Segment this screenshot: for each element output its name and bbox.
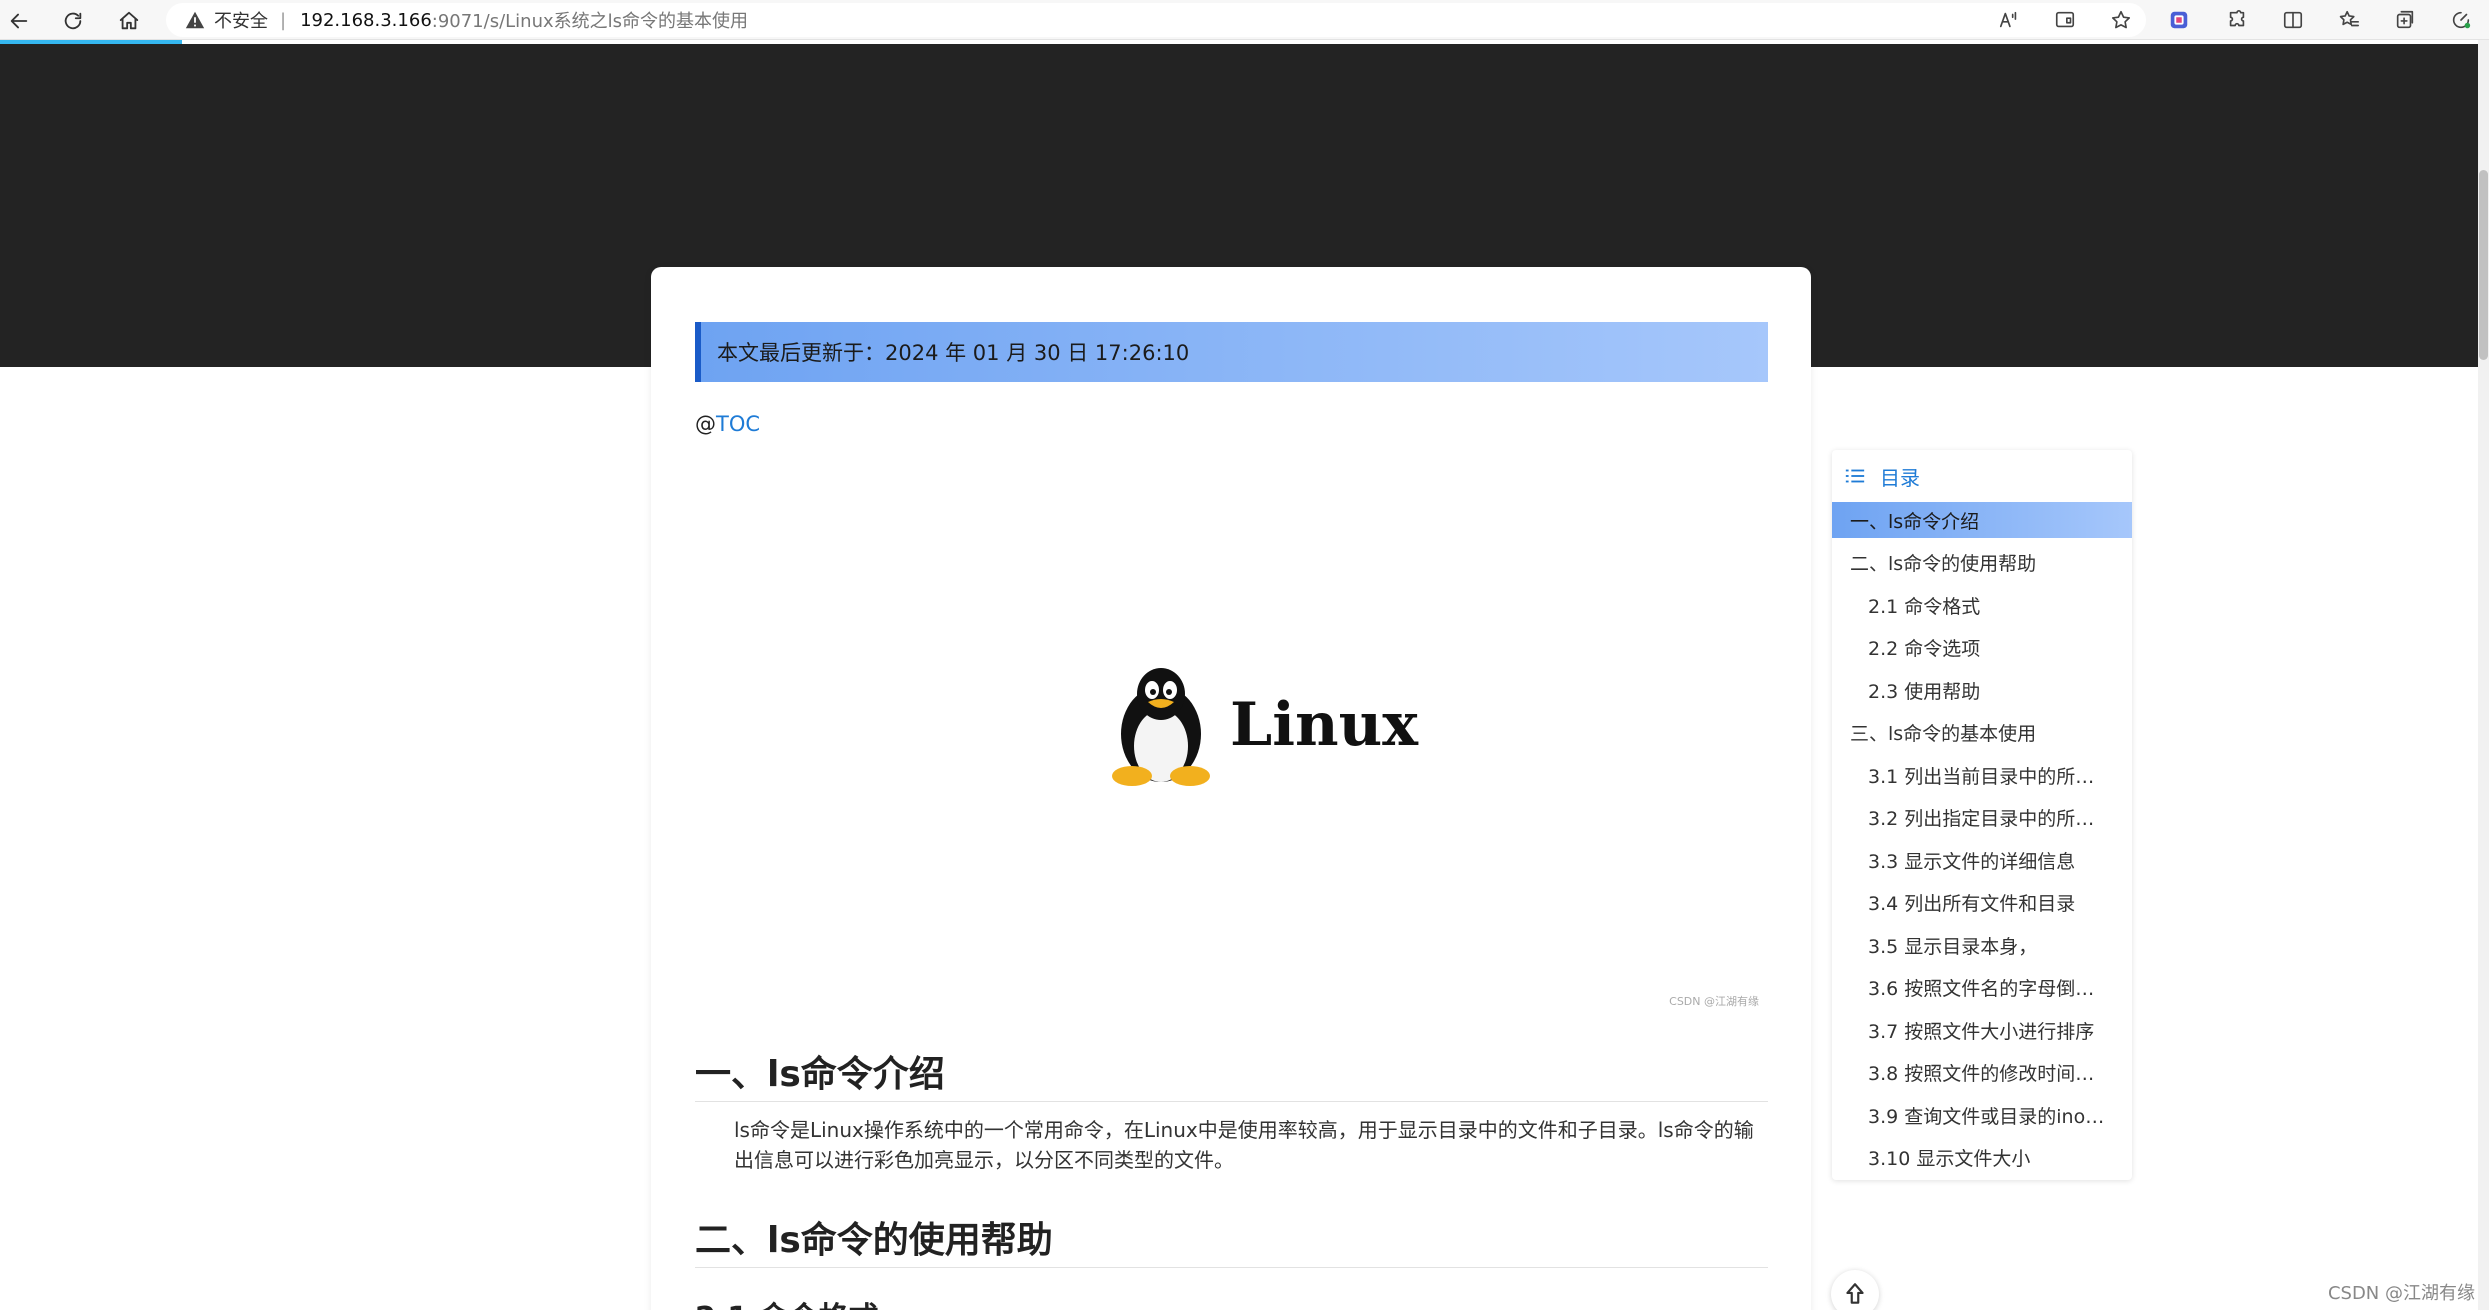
toc-item-3-8[interactable]: 3.8 按照文件的修改时间… [1832,1054,2132,1090]
toc-prefix: @ [695,412,716,436]
address-separator: | [280,9,287,31]
toc-marker: @TOC [695,412,760,436]
toc-item-ls-help[interactable]: 二、ls命令的使用帮助 [1832,544,2132,580]
warning-icon [185,11,205,29]
toc-item-3-4[interactable]: 3.4 列出所有文件和目录 [1832,884,2132,920]
toc-item-3-2[interactable]: 3.2 列出指定目录中的所… [1832,799,2132,835]
back-to-top-button[interactable] [1831,1270,1879,1310]
csdn-watermark: CSDN @江湖有缘 [2327,1283,2475,1304]
toc-item-3-7[interactable]: 3.7 按照文件大小进行排序 [1832,1012,2132,1048]
toc-item-command-options[interactable]: 2.2 命令选项 [1832,629,2132,665]
heading-divider [695,1267,1768,1268]
toc-item-3-6[interactable]: 3.6 按照文件名的字母倒… [1832,969,2132,1005]
toc-item-usage-help[interactable]: 2.3 使用帮助 [1832,672,2132,708]
intro-paragraph: ls命令是Linux操作系统中的一个常用命令，在Linux中是使用率较高，用于显… [734,1118,1754,1172]
url-host: 192.168.3.166 [300,9,432,31]
article-card: 本文最后更新于：2024 年 01 月 30 日 17:26:10 @TOC L… [651,267,1811,1310]
back-icon[interactable] [2,4,36,38]
address-bar[interactable]: 不安全 | 192.168.3.166 :9071/s/Linux系统之ls命令… [166,3,2146,37]
toc-item-3-3[interactable]: 3.3 显示文件的详细信息 [1832,842,2132,878]
browser-toolbar: 不安全 | 192.168.3.166 :9071/s/Linux系统之ls命令… [0,0,2489,40]
list-icon [1845,469,1865,483]
collections-icon[interactable] [2377,0,2433,40]
image-watermark: CSDN @江湖有缘 [1669,995,1759,1008]
arrow-up-icon [1846,1283,1864,1304]
heading-ls-intro: 一、ls命令介绍 [695,1054,945,1095]
extension-icon[interactable] [2149,0,2209,40]
favorites-icon[interactable] [2321,0,2377,40]
favorite-star-icon[interactable] [2093,0,2149,40]
last-updated-text: 本文最后更新于：2024 年 01 月 30 日 17:26:10 [717,341,1190,365]
toc-header: 目录 [1844,462,1920,490]
toc-item-3-9[interactable]: 3.9 查询文件或目录的ino… [1832,1097,2132,1133]
toc-item-3-5[interactable]: 3.5 显示目录本身， [1832,927,2132,963]
split-screen-icon[interactable] [2265,0,2321,40]
page-scrollbar[interactable] [2478,40,2489,1310]
logo-text: Linux [1230,689,1418,760]
performance-icon[interactable] [2433,0,2489,40]
toc-item-ls-intro[interactable]: 一、ls命令介绍 [1832,502,2132,538]
linux-logo-image: Linux [1106,657,1441,792]
insecure-label[interactable]: 不安全 [214,7,268,33]
url-path: :9071/s/Linux系统之ls命令的基本使用 [431,11,749,32]
home-icon[interactable] [112,4,146,38]
toc-item-3-10[interactable]: 3.10 显示文件大小 [1832,1139,2132,1175]
read-aloud-icon[interactable] [1981,0,2037,40]
heading-ls-help: 二、ls命令的使用帮助 [695,1220,1053,1261]
puzzle-icon[interactable] [2209,0,2265,40]
tux-penguin-icon [1112,667,1210,786]
toc-item-command-format[interactable]: 2.1 命令格式 [1832,587,2132,623]
heading-command-format: 2.1 命令格式 [695,1293,879,1310]
toc-item-3-1[interactable]: 3.1 列出当前目录中的所… [1832,757,2132,793]
toolbar-right-icons [1981,0,2489,40]
toc-sidebar: 目录 一、ls命令介绍 二、ls命令的使用帮助 2.1 命令格式 2.2 命令选… [1832,450,2132,1180]
heading-divider [695,1101,1768,1102]
toc-title: 目录 [1880,465,1920,490]
toc-link[interactable]: TOC [716,412,760,436]
scrollbar-thumb[interactable] [2479,170,2488,360]
app-available-icon[interactable] [2037,0,2093,40]
last-updated-banner: 本文最后更新于：2024 年 01 月 30 日 17:26:10 [695,322,1768,382]
refresh-icon[interactable] [56,4,90,38]
toc-item-basic-usage[interactable]: 三、ls命令的基本使用 [1832,714,2132,750]
